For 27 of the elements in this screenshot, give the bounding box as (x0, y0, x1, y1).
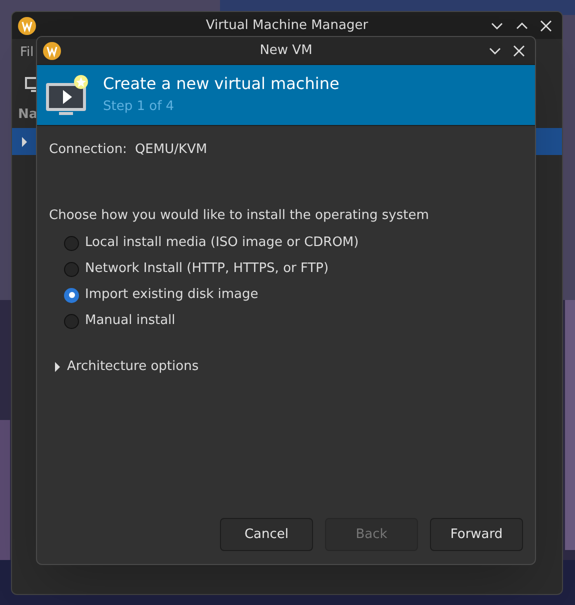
connection-label: Connection: (49, 141, 127, 159)
radio-option[interactable]: Network Install (HTTP, HTTPS, or FTP) (64, 260, 523, 278)
monitor-play-icon (45, 73, 91, 117)
window-title: Virtual Machine Manager (206, 16, 368, 35)
radio-option[interactable]: Manual install (64, 312, 523, 330)
radio-button[interactable] (64, 236, 79, 250)
column-header[interactable]: Na (18, 104, 38, 124)
expander-icon[interactable] (53, 362, 61, 372)
app-logo-icon (18, 16, 36, 34)
close-icon[interactable] (540, 20, 552, 32)
radio-button[interactable] (64, 288, 79, 302)
dialog-button[interactable]: Cancel (220, 518, 313, 551)
dialog-button[interactable]: Forward (430, 518, 523, 551)
expander-icon[interactable] (20, 136, 28, 146)
app-logo-icon (43, 42, 61, 60)
connection-value: QEMU/KVM (134, 141, 208, 159)
banner-subtitle: Step 1 of 4 (103, 98, 176, 116)
banner-title: Create a new virtual machine (103, 74, 340, 94)
radio-option[interactable]: Import existing disk image (64, 286, 523, 304)
radio-button[interactable] (64, 314, 79, 328)
menu-item[interactable]: Fil (20, 43, 34, 63)
install-prompt: Choose how you would like to install the operating system (49, 206, 430, 224)
expander[interactable]: Architecture options (49, 357, 199, 376)
close-icon[interactable] (513, 44, 525, 56)
dialog-title: New VM (260, 42, 312, 60)
radio-button[interactable] (64, 262, 79, 276)
radio-option[interactable]: Local install media (ISO image or CDROM) (64, 234, 523, 252)
